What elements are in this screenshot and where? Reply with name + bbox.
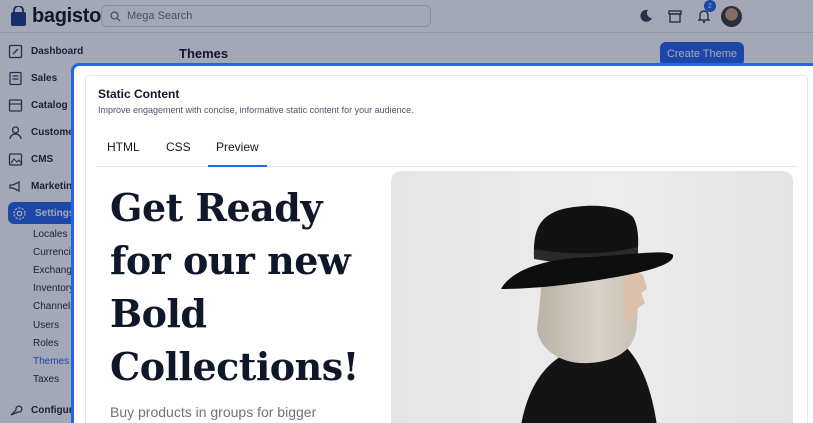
heading-line: Get Ready [110,185,322,230]
preview-image [391,171,793,423]
heading-line: Collections! [110,344,359,389]
preview-heading: Get Ready for our new Bold Collections! [110,181,370,393]
heading-line: Bold [110,291,207,336]
static-content-card: Static Content Improve engagement with c… [85,75,808,423]
heading-line: for our new [110,238,351,283]
preview-body-text: Buy products in groups for bigger discou… [110,404,317,423]
panel-subtitle: Improve engagement with concise, informa… [98,105,414,115]
panel-title: Static Content [98,87,180,101]
editor-tabs: HTML CSS Preview [95,134,797,167]
static-content-panel: Static Content Improve engagement with c… [71,63,813,423]
tab-preview[interactable]: Preview [208,140,267,167]
tab-html[interactable]: HTML [107,140,140,167]
person-with-hat-illustration [501,205,674,423]
tab-css[interactable]: CSS [166,140,191,167]
